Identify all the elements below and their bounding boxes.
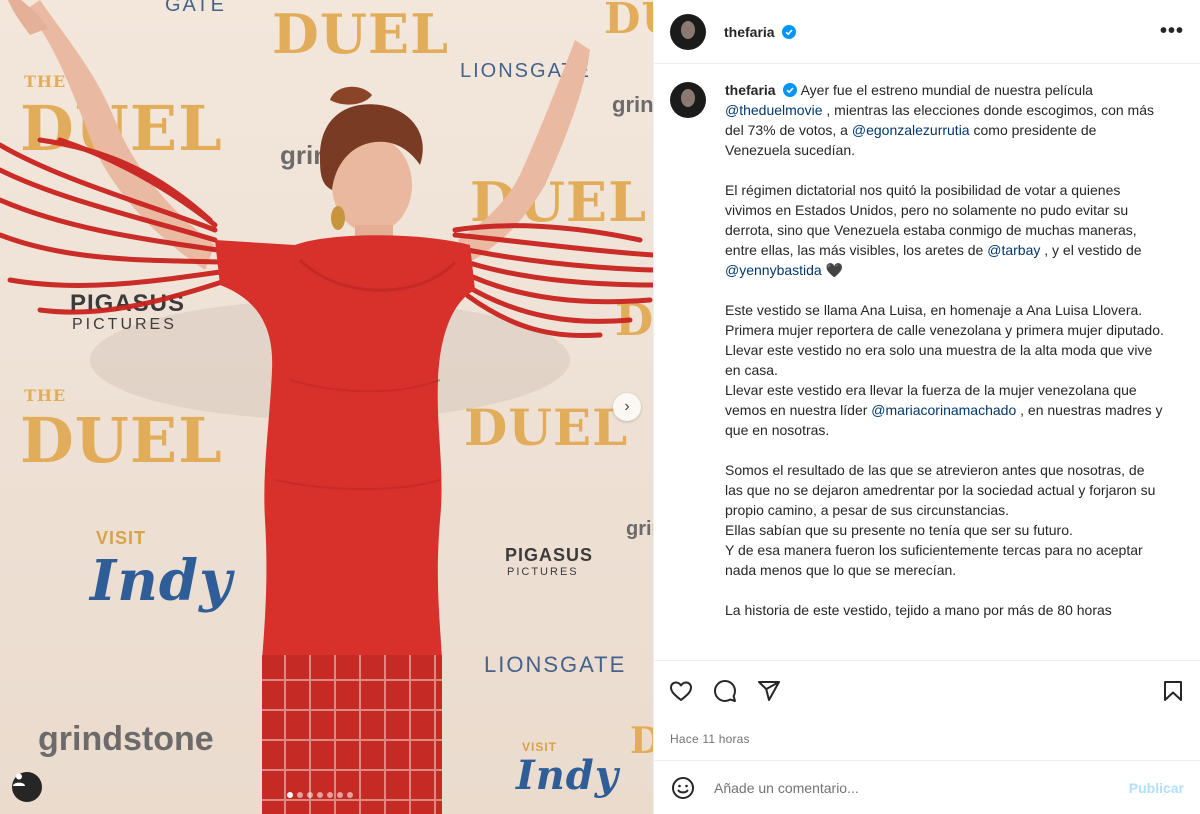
verified-badge-icon	[783, 83, 798, 97]
post-header: thefaria •••	[654, 0, 1200, 64]
caption-text: thefaria Ayer fue el estreno mundial de …	[725, 80, 1165, 640]
publish-button[interactable]: Publicar	[1129, 780, 1184, 796]
caption: thefaria Ayer fue el estreno mundial de …	[670, 80, 1184, 640]
user-icon	[13, 773, 25, 786]
mention-link[interactable]: @egonzalezurrutia	[852, 122, 970, 138]
more-options-button[interactable]: •••	[1160, 20, 1184, 43]
carousel-dot	[287, 792, 293, 798]
share-button[interactable]	[756, 678, 782, 704]
caption-paragraph: Este vestido se llama Ana Luisa, en home…	[725, 302, 1164, 338]
carousel-dot	[327, 792, 333, 798]
caption-paragraph: Ayer fue el estreno mundial de nuestra p…	[800, 82, 1093, 98]
carousel-dot	[317, 792, 323, 798]
emoji-icon	[672, 776, 694, 799]
verified-badge-icon	[782, 24, 797, 39]
caption-paragraph: La historia de este vestido, tejido a ma…	[725, 602, 1112, 618]
like-button[interactable]	[668, 678, 694, 704]
post-media[interactable]: GATE DUEL DUEL THE DUEL LIONSGATE grind …	[0, 0, 653, 814]
avatar[interactable]	[670, 82, 706, 118]
mention-link[interactable]: @theduelmovie	[725, 102, 823, 118]
post-actions	[654, 660, 1200, 720]
carousel-dot	[307, 792, 313, 798]
carousel-indicator	[287, 792, 353, 798]
carousel-next-button[interactable]: ›	[613, 393, 641, 421]
mention-link[interactable]: @yennybastida	[725, 262, 822, 278]
send-icon	[758, 680, 780, 701]
carousel-dot	[297, 792, 303, 798]
carousel-dot	[347, 792, 353, 798]
carousel-dot	[337, 792, 343, 798]
comment-composer: Añade un comentario... Publicar	[654, 760, 1200, 814]
caption-paragraph: Somos el resultado de las que se atrevie…	[725, 462, 1156, 518]
caption-paragraph: , y el vestido de	[1044, 242, 1142, 258]
black-heart-emoji: 🖤	[825, 262, 844, 278]
save-button[interactable]	[1160, 678, 1186, 704]
heart-icon	[670, 681, 692, 701]
caption-username[interactable]: thefaria	[725, 82, 776, 98]
tagged-users-button[interactable]	[12, 772, 42, 802]
emoji-button[interactable]	[670, 775, 696, 801]
caption-paragraph: Y de esa manera fueron los suficientemen…	[725, 542, 1143, 578]
header-username[interactable]: thefaria	[724, 24, 797, 40]
mention-link[interactable]: @tarbay	[987, 242, 1040, 258]
caption-area[interactable]: thefaria Ayer fue el estreno mundial de …	[654, 64, 1200, 660]
chevron-right-icon: ›	[624, 398, 630, 415]
avatar[interactable]	[670, 13, 706, 50]
comment-button[interactable]	[712, 678, 738, 704]
woman-in-red-dress-illustration	[0, 0, 653, 814]
username-text[interactable]: thefaria	[724, 24, 775, 40]
instagram-post-modal: GATE DUEL DUEL THE DUEL LIONSGATE grind …	[0, 0, 1200, 814]
caption-paragraph: Llevar este vestido no era solo una mues…	[725, 342, 1153, 378]
comment-input[interactable]: Añade un comentario...	[714, 780, 1129, 796]
bookmark-icon	[1164, 680, 1182, 701]
comment-icon	[714, 679, 736, 702]
caption-paragraph: Ellas sabían que su presente no tenía qu…	[725, 522, 1073, 538]
post-side-panel: thefaria ••• thefaria Ayer fue el estren…	[653, 0, 1200, 814]
post-timestamp[interactable]: Hace 11 horas	[654, 720, 1200, 760]
mention-link[interactable]: @mariacorinamachado	[871, 402, 1016, 418]
